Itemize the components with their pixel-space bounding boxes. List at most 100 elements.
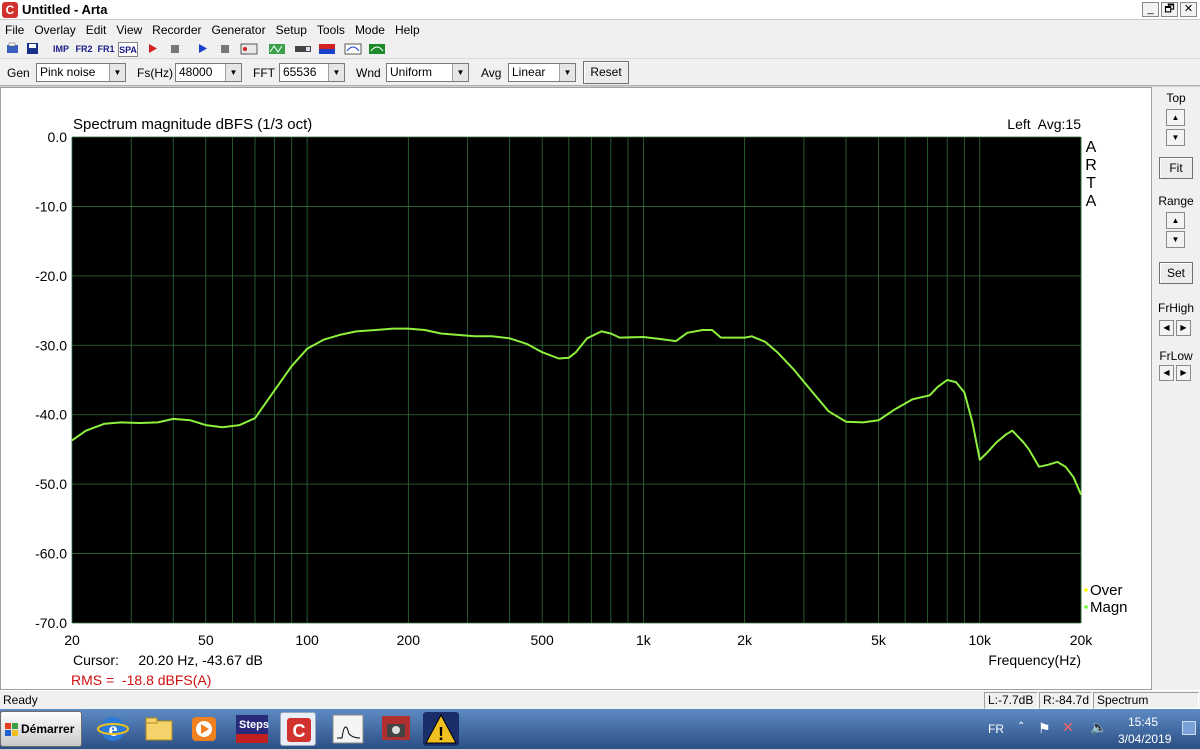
menu-view[interactable]: View <box>111 20 147 40</box>
svg-text:!: ! <box>438 724 444 744</box>
y-tick-label: -10.0 <box>35 198 67 214</box>
network-icon[interactable]: ✕ <box>1062 719 1074 736</box>
spectrum-setup-icon[interactable] <box>368 42 386 57</box>
x-tick-label: 2k <box>737 632 753 648</box>
generator-stop-icon[interactable] <box>218 42 232 57</box>
spectrum-chart[interactable]: 0.0-10.0-20.0-30.0-40.0-50.0-60.0-70.020… <box>1 88 1151 689</box>
sample-rate-select[interactable]: 48000 ▼ <box>175 63 242 82</box>
record-to-file-icon[interactable] <box>240 42 258 57</box>
fr2-mode-button[interactable]: FR2 <box>74 42 94 57</box>
status-text: Ready <box>3 693 38 707</box>
range-down-button[interactable]: ▼ <box>1166 231 1185 248</box>
restore-button[interactable]: 🗗 <box>1161 2 1178 17</box>
chevron-down-icon[interactable]: ▼ <box>559 64 575 81</box>
action-center-flag-icon[interactable]: ⚑ <box>1038 720 1051 737</box>
menu-help[interactable]: Help <box>390 20 425 40</box>
legend-marker <box>1084 605 1088 609</box>
y-tick-label: 0.0 <box>48 129 68 145</box>
save-file-icon[interactable] <box>26 42 40 57</box>
legend-marker <box>1084 588 1088 592</box>
show-hidden-icons-icon[interactable]: ⌃ <box>1017 721 1025 732</box>
volume-icon[interactable]: 🔈 <box>1090 719 1107 736</box>
media-player-icon[interactable] <box>186 712 222 746</box>
start-button[interactable]: Démarrer <box>0 711 82 747</box>
avg-label: Avg <box>481 66 502 80</box>
x-axis-title: Frequency(Hz) <box>988 652 1081 668</box>
frhigh-right-button[interactable]: ▶ <box>1176 320 1191 336</box>
open-file-icon[interactable] <box>6 42 20 57</box>
arta-app-icon[interactable]: C <box>2 2 18 18</box>
legend: OverMagn <box>1084 582 1128 616</box>
x-tick-label: 1k <box>636 632 652 648</box>
top-down-button[interactable]: ▼ <box>1166 129 1185 146</box>
chevron-down-icon[interactable]: ▼ <box>452 64 468 81</box>
steps-app-icon[interactable]: Steps <box>234 712 270 746</box>
clock-time[interactable]: 15:45 <box>1128 715 1158 729</box>
chevron-down-icon[interactable]: ▼ <box>225 64 241 81</box>
record-stop-icon[interactable] <box>168 42 182 57</box>
menu-file[interactable]: File <box>0 20 29 40</box>
set-button[interactable]: Set <box>1159 262 1193 284</box>
top-up-button[interactable]: ▲ <box>1166 109 1185 126</box>
fft-size-select[interactable]: 65536 ▼ <box>279 63 345 82</box>
spectrum-graph-panel: 0.0 -10.0 -20.0 -30.0 -40.0 -50.0 -60.0 -70.0 20… <box>0 87 1152 690</box>
frlow-label: FrLow <box>1159 349 1193 363</box>
y-tick-label: -20.0 <box>35 268 67 284</box>
color-settings-icon[interactable] <box>318 42 336 57</box>
record-play-icon[interactable] <box>146 42 160 57</box>
internet-explorer-icon[interactable]: e <box>95 712 131 746</box>
averaging-select[interactable]: Linear ▼ <box>508 63 576 82</box>
calibration-icon[interactable] <box>268 42 286 57</box>
chevron-down-icon[interactable]: ▼ <box>109 64 125 81</box>
graph-setup-icon[interactable] <box>344 42 362 57</box>
right-control-panel: Top ▲ ▼ Fit Range ▲ ▼ Set FrHigh ◀ ▶ FrL… <box>1152 87 1200 690</box>
frlow-right-button[interactable]: ▶ <box>1176 365 1191 381</box>
impulse-mode-button[interactable]: IMP <box>50 42 72 57</box>
show-desktop-icon[interactable] <box>1182 721 1196 735</box>
fr1-mode-button[interactable]: FR1 <box>96 42 116 57</box>
file-explorer-icon[interactable] <box>141 712 177 746</box>
menu-overlay[interactable]: Overlay <box>29 20 80 40</box>
x-tick-label: 10k <box>968 632 992 648</box>
limp-app-icon[interactable] <box>330 712 366 746</box>
menu-setup[interactable]: Setup <box>271 20 312 40</box>
plot-background[interactable] <box>72 137 1081 623</box>
close-button[interactable]: ✕ <box>1180 2 1197 17</box>
cursor-readout: Cursor: 20.20 Hz, -43.67 dB <box>73 652 263 668</box>
fit-button[interactable]: Fit <box>1159 157 1193 179</box>
warning-app-icon[interactable]: ! <box>423 712 459 746</box>
y-tick-label: -70.0 <box>35 615 67 631</box>
reset-button[interactable]: Reset <box>583 61 629 84</box>
range-up-button[interactable]: ▲ <box>1166 212 1185 229</box>
screen-capture-icon[interactable] <box>378 712 414 746</box>
rms-readout: RMS = -18.8 dBFS(A) <box>71 672 211 688</box>
menu-tools[interactable]: Tools <box>312 20 350 40</box>
menu-edit[interactable]: Edit <box>81 20 112 40</box>
frlow-left-button[interactable]: ◀ <box>1159 365 1174 381</box>
generator-select[interactable]: Pink noise ▼ <box>36 63 126 82</box>
menu-mode[interactable]: Mode <box>350 20 390 40</box>
watermark-letter: A <box>1086 193 1097 210</box>
spa-mode-button[interactable]: SPA <box>118 42 138 57</box>
chevron-down-icon[interactable]: ▼ <box>328 64 344 81</box>
title-bar: C Untitled - Arta _ 🗗 ✕ <box>0 0 1200 20</box>
window-function-value: Uniform <box>390 65 433 79</box>
steps-app-label: Steps <box>239 719 269 731</box>
chart-title: Spectrum magnitude dBFS (1/3 oct) <box>73 116 312 133</box>
start-label: Démarrer <box>21 722 75 736</box>
minimize-button[interactable]: _ <box>1142 2 1159 17</box>
arta-taskbar-icon[interactable]: C <box>280 712 316 746</box>
clock-date[interactable]: 3/04/2019 <box>1118 732 1171 746</box>
frhigh-left-button[interactable]: ◀ <box>1159 320 1174 336</box>
menu-bar: File Overlay Edit View Recorder Generator Setu… <box>0 20 1200 40</box>
windows-logo-icon <box>5 723 18 736</box>
menu-recorder[interactable]: Recorder <box>147 20 206 40</box>
generator-play-icon[interactable] <box>196 42 210 57</box>
language-indicator[interactable]: FR <box>988 722 1004 736</box>
icon-toolbar: IMP FR2 FR1 SPA <box>0 40 1200 59</box>
audio-device-icon[interactable] <box>294 42 312 57</box>
window-function-select[interactable]: Uniform ▼ <box>386 63 469 82</box>
x-tick-label: 20 <box>64 632 80 648</box>
menu-generator[interactable]: Generator <box>207 20 271 40</box>
generator-value: Pink noise <box>40 65 96 79</box>
